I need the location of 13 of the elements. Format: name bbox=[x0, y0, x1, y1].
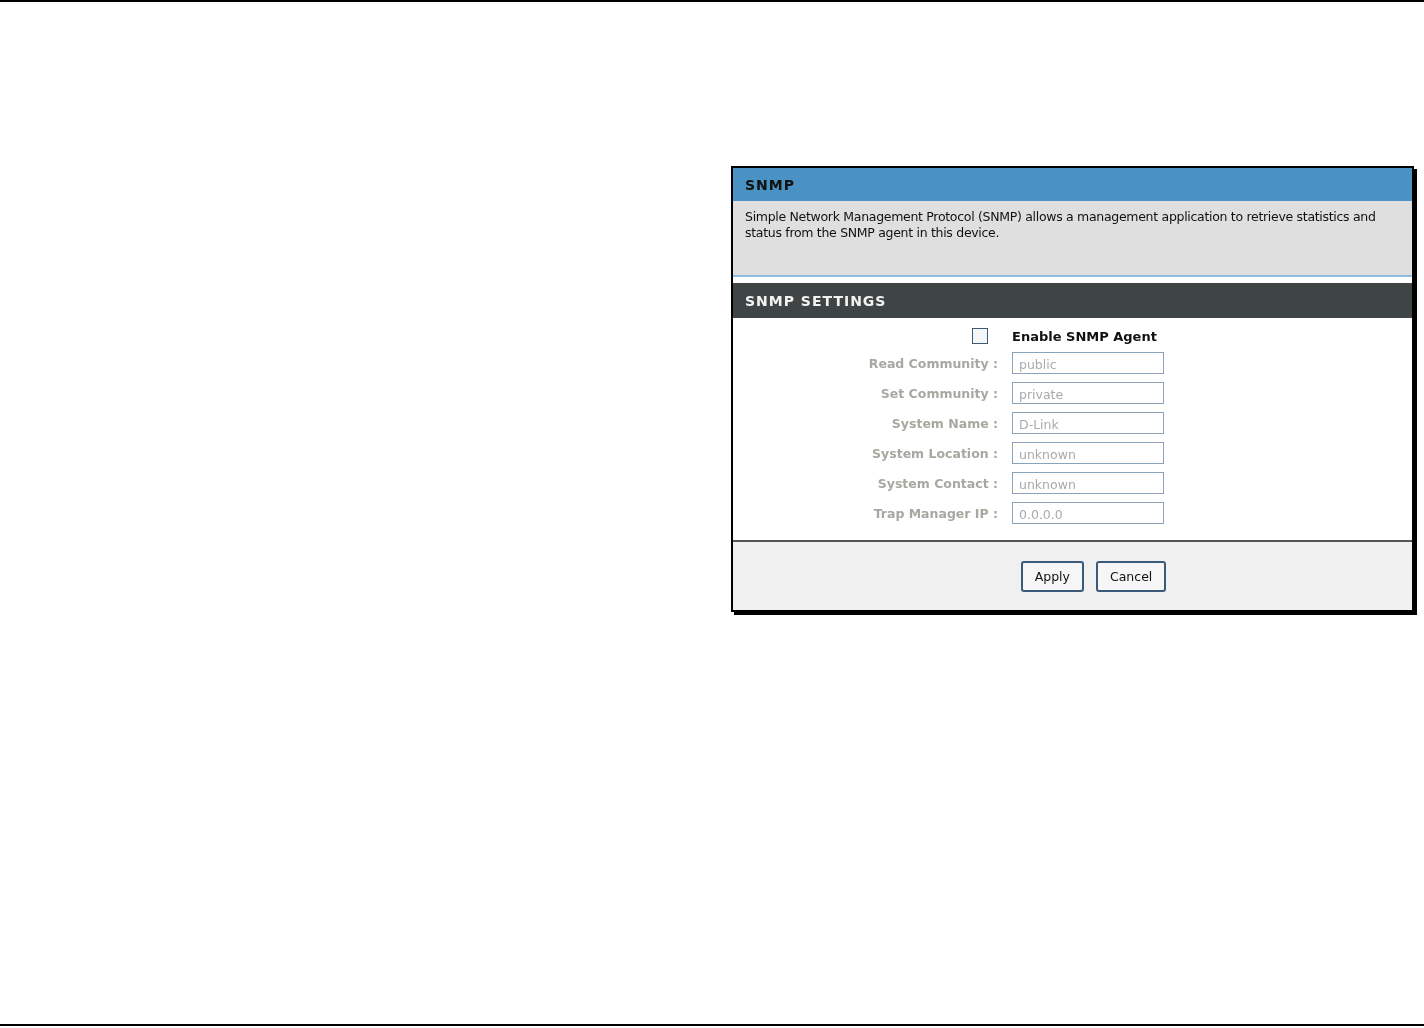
description-text: Simple Network Management Protocol (SNMP) allows a management application to retrieve statistics and status from the SNMP agent in this device. bbox=[745, 209, 1377, 241]
field-label: System Contact : bbox=[877, 475, 998, 491]
field-label: Trap Manager IP : bbox=[873, 505, 998, 521]
field-label: Set Community : bbox=[880, 385, 998, 401]
section-title: SNMP SETTINGS bbox=[733, 283, 1412, 318]
checkbox[interactable] bbox=[972, 328, 988, 344]
field-label: Read Community : bbox=[868, 355, 998, 371]
panel-title: SNMP bbox=[733, 168, 1412, 201]
field-label: System Location : bbox=[872, 445, 998, 461]
action-button[interactable]: Cancel bbox=[1095, 560, 1167, 592]
action-button[interactable]: Apply bbox=[1020, 560, 1084, 592]
checkbox-label: Enable SNMP Agent bbox=[1012, 328, 1158, 344]
field-label: System Name : bbox=[891, 415, 998, 431]
